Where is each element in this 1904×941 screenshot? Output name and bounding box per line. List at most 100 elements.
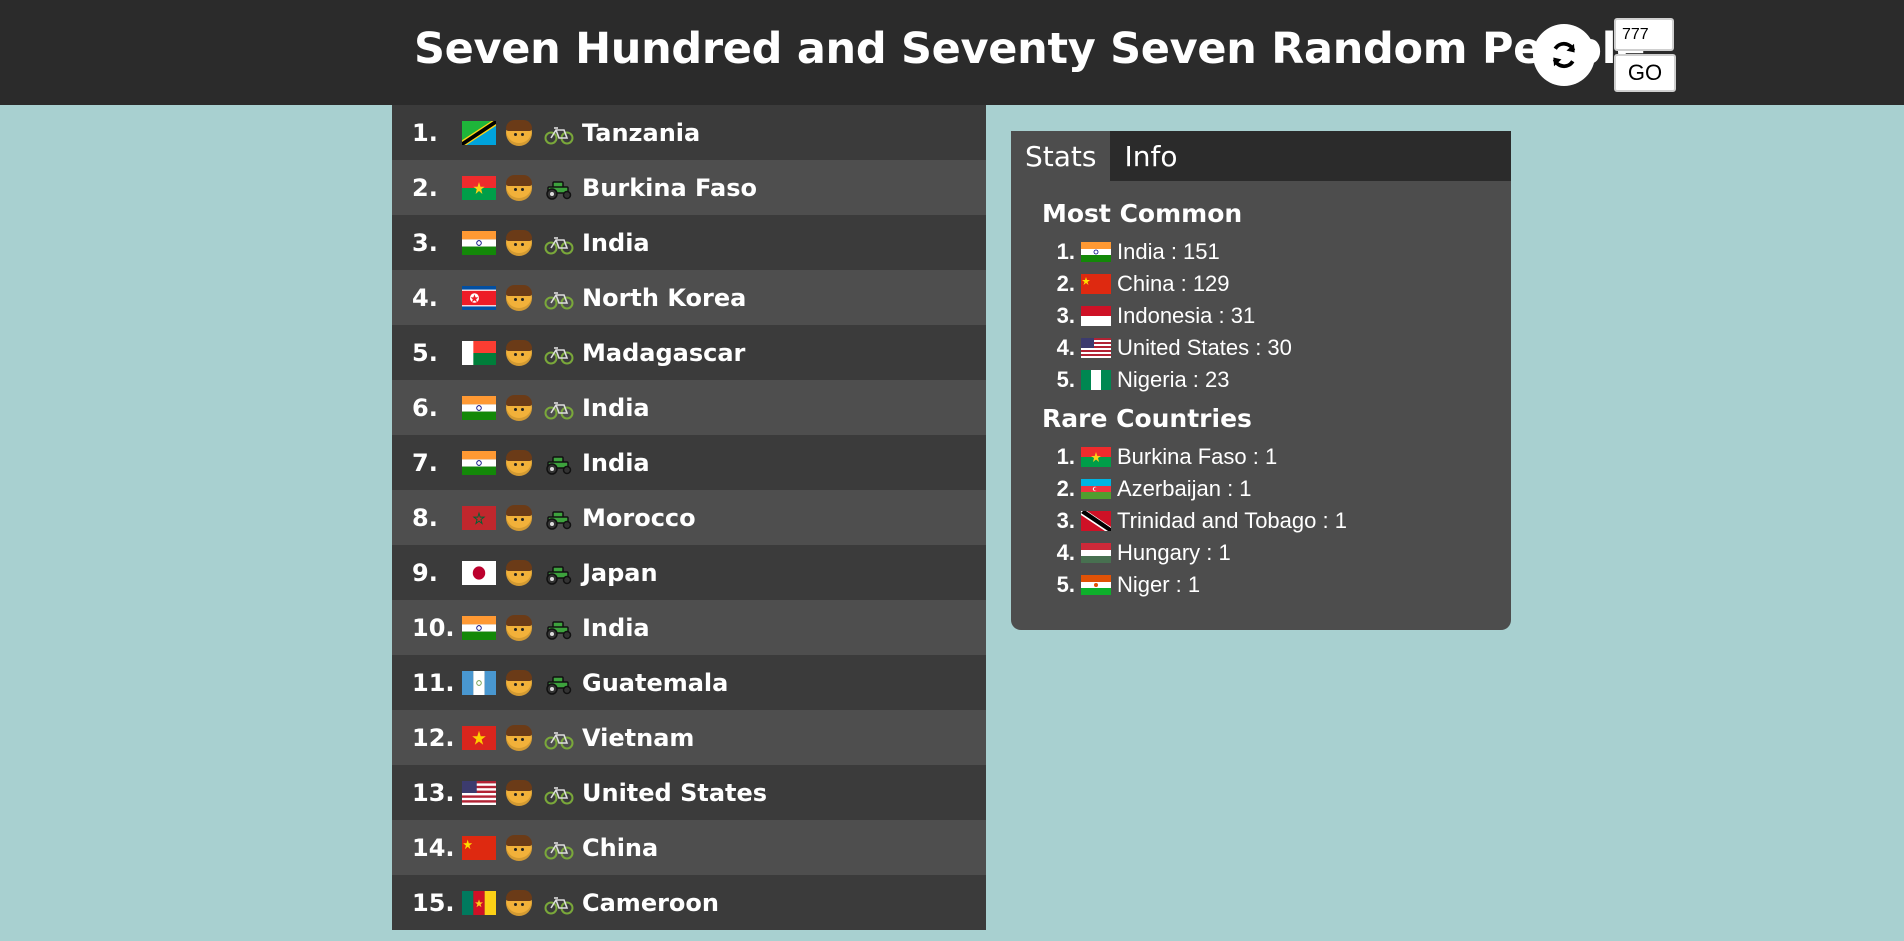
stat-text: United States : 30 [1117, 335, 1292, 360]
person-country: Madagascar [582, 338, 746, 367]
usa-flag-icon [1081, 338, 1111, 358]
person-country: Guatemala [582, 668, 729, 697]
azerbaijan-flag-icon [1081, 479, 1111, 499]
burkina-flag-icon [462, 175, 496, 200]
person-face-icon [506, 669, 532, 696]
person-number: 14. [412, 833, 455, 862]
count-input[interactable] [1614, 18, 1674, 51]
person-face-icon [506, 559, 532, 586]
person-row: 5. Madagascar [392, 325, 986, 380]
go-button[interactable]: GO [1614, 54, 1676, 92]
stat-text: India : 151 [1117, 239, 1220, 264]
person-number: 15. [412, 888, 455, 917]
stat-number: 1. [1056, 444, 1075, 469]
stat-text: Nigeria : 23 [1117, 367, 1230, 392]
nkorea-flag-icon [462, 285, 496, 310]
india-flag-icon [462, 450, 496, 475]
person-country: India [582, 613, 650, 642]
stat-text: Azerbaijan : 1 [1117, 476, 1252, 501]
header-bar: Seven Hundred and Seventy Seven Random P… [0, 0, 1904, 105]
tractor-icon [544, 563, 574, 585]
tab-info[interactable]: Info [1110, 131, 1191, 181]
stat-number: 5. [1056, 572, 1075, 597]
burkina-flag-icon [1081, 447, 1111, 467]
stat-item: 1. Burkina Faso : 1 [1011, 441, 1511, 473]
trinidad-flag-icon [1081, 511, 1111, 531]
refresh-icon [1552, 41, 1576, 69]
person-face-icon [506, 339, 532, 366]
tractor-icon [544, 508, 574, 530]
person-row: 7. India [392, 435, 986, 490]
person-face-icon [506, 779, 532, 806]
vietnam-flag-icon [462, 725, 496, 750]
refresh-button[interactable] [1533, 24, 1595, 86]
person-number: 6. [412, 393, 438, 422]
person-country: United States [582, 778, 768, 807]
person-country: Morocco [582, 503, 696, 532]
person-number: 3. [412, 228, 438, 257]
tractor-icon [544, 178, 574, 200]
person-number: 2. [412, 173, 438, 202]
tab-stats[interactable]: Stats [1011, 131, 1111, 181]
india-flag-icon [462, 395, 496, 420]
bicycle-icon [544, 398, 574, 419]
person-number: 13. [412, 778, 455, 807]
niger-flag-icon [1081, 575, 1111, 595]
stat-number: 4. [1056, 540, 1075, 565]
person-row: 14. China [392, 820, 986, 875]
stat-text: Hungary : 1 [1117, 540, 1231, 565]
stat-item: 2. Azerbaijan : 1 [1011, 473, 1511, 505]
bicycle-icon [544, 233, 574, 254]
india-flag-icon [1081, 242, 1111, 262]
madagascar-flag-icon [462, 340, 496, 365]
stat-text: Indonesia : 31 [1117, 303, 1256, 328]
bicycle-icon [544, 123, 574, 144]
person-country: Tanzania [582, 118, 701, 147]
hungary-flag-icon [1081, 543, 1111, 563]
stat-text: Burkina Faso : 1 [1117, 444, 1278, 469]
person-row: 8. Morocco [392, 490, 986, 545]
people-list: 1. Tanzania 2. Burkina Faso 3. India 4. … [392, 105, 986, 941]
stat-number: 3. [1056, 508, 1075, 533]
tractor-icon [544, 673, 574, 695]
stat-number: 1. [1056, 239, 1075, 264]
indonesia-flag-icon [1081, 306, 1111, 326]
person-number: 11. [412, 668, 455, 697]
person-row: 3. India [392, 215, 986, 270]
stat-number: 2. [1056, 476, 1075, 501]
person-country: Cameroon [582, 888, 719, 917]
person-row: 11. Guatemala [392, 655, 986, 710]
stat-item: 4. United States : 30 [1011, 332, 1511, 364]
bicycle-icon [544, 288, 574, 309]
person-country: India [582, 228, 650, 257]
stat-item: 1. India : 151 [1011, 236, 1511, 268]
person-face-icon [506, 614, 532, 641]
person-row: 4. North Korea [392, 270, 986, 325]
stat-number: 2. [1056, 271, 1075, 296]
person-country: Vietnam [582, 723, 695, 752]
stat-number: 3. [1056, 303, 1075, 328]
person-number: 10. [412, 613, 455, 642]
china-flag-icon [462, 835, 496, 860]
india-flag-icon [462, 230, 496, 255]
person-country: Japan [582, 558, 658, 587]
person-face-icon [506, 229, 532, 256]
stats-panel: Stats Info Most Common 1. India : 151 2.… [1011, 131, 1511, 630]
person-row: 2. Burkina Faso [392, 160, 986, 215]
person-row: 10. India [392, 600, 986, 655]
person-number: 7. [412, 448, 438, 477]
person-face-icon [506, 834, 532, 861]
person-number: 4. [412, 283, 438, 312]
stat-item: 5. Niger : 1 [1011, 569, 1511, 601]
person-row: 12. Vietnam [392, 710, 986, 765]
bicycle-icon [544, 783, 574, 804]
stat-item: 3. Indonesia : 31 [1011, 300, 1511, 332]
person-face-icon [506, 284, 532, 311]
person-face-icon [506, 724, 532, 751]
rare-countries-list: 1. Burkina Faso : 1 2. Azerbaijan : 1 3.… [1011, 441, 1511, 601]
person-number: 5. [412, 338, 438, 367]
person-number: 8. [412, 503, 438, 532]
person-row: 13. United States [392, 765, 986, 820]
nigeria-flag-icon [1081, 370, 1111, 390]
tractor-icon [544, 453, 574, 475]
